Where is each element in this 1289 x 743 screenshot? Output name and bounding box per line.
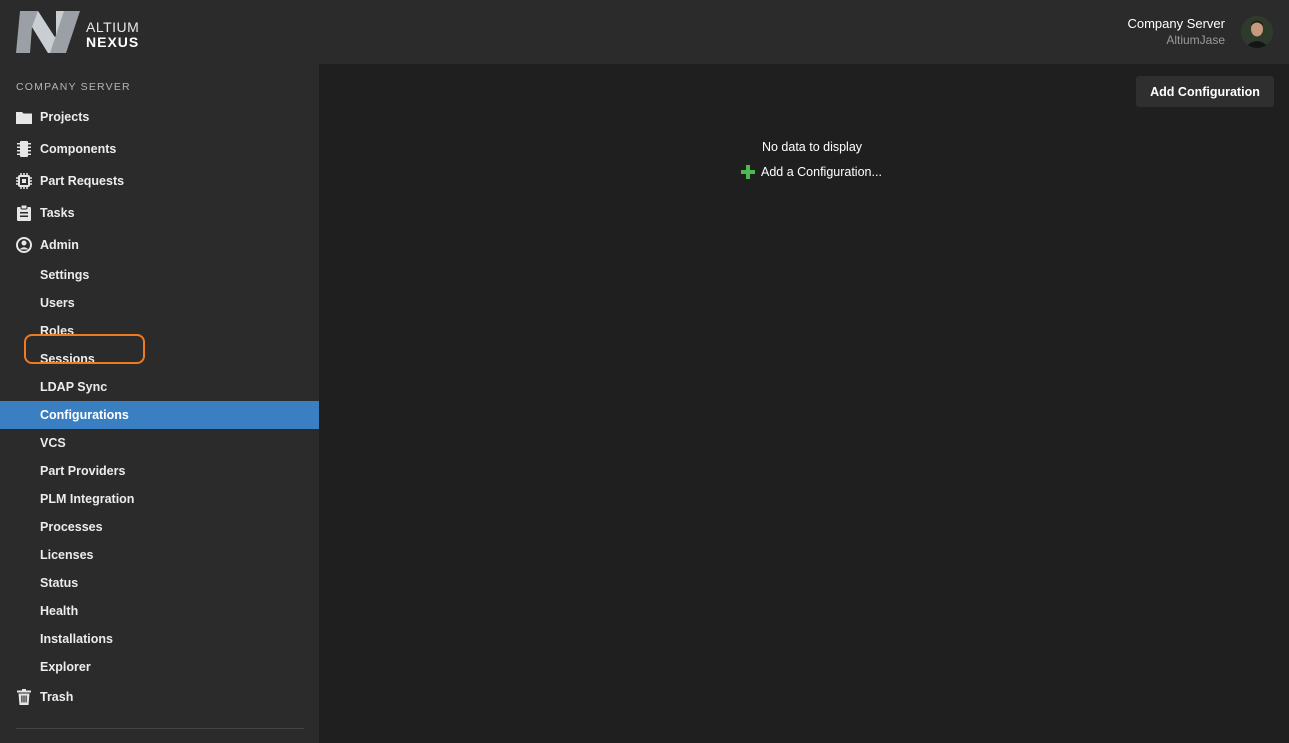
sidebar-item-explorer[interactable]: Explorer <box>0 653 319 681</box>
clipboard-icon <box>16 205 32 221</box>
main-content: Add Configuration No data to display Add… <box>319 64 1289 743</box>
logo-text-altium: ALTIUM <box>86 19 140 35</box>
sidebar-item-components[interactable]: Components <box>0 135 319 163</box>
sidebar-item-label: Status <box>40 576 79 590</box>
sidebar-item-trash[interactable]: Trash <box>0 683 319 711</box>
sidebar-item-processes[interactable]: Processes <box>0 513 319 541</box>
sidebar-item-tasks[interactable]: Tasks <box>0 199 319 227</box>
sidebar-item-label: Components <box>40 142 117 156</box>
chip-icon <box>16 173 32 189</box>
sidebar-item-admin[interactable]: Admin <box>0 231 319 259</box>
altium-nexus-logo[interactable]: ALTIUM NEXUS <box>16 9 146 55</box>
component-icon <box>16 141 32 157</box>
sidebar-item-label: Admin <box>40 238 79 252</box>
user-circle-icon <box>16 237 32 253</box>
logo-text-nexus: NEXUS <box>86 34 140 50</box>
sidebar-item-label: Processes <box>40 520 103 534</box>
sidebar-item-health[interactable]: Health <box>0 597 319 625</box>
sidebar-item-licenses[interactable]: Licenses <box>0 541 319 569</box>
add-configuration-link-label: Add a Configuration... <box>761 165 882 179</box>
sidebar-section-label: COMPANY SERVER <box>16 81 131 93</box>
sidebar-item-label: Installations <box>40 632 113 646</box>
empty-state-message: No data to display <box>761 140 863 154</box>
sidebar-item-projects[interactable]: Projects <box>0 103 319 131</box>
add-configuration-link[interactable]: Add a Configuration... <box>741 164 882 180</box>
add-configuration-button[interactable]: Add Configuration <box>1136 76 1274 107</box>
sidebar-item-label: Projects <box>40 110 90 124</box>
sidebar-item-status[interactable]: Status <box>0 569 319 597</box>
sidebar-item-label: VCS <box>40 436 66 450</box>
sidebar-item-vcs[interactable]: VCS <box>0 429 319 457</box>
sidebar-item-label: PLM Integration <box>40 492 135 506</box>
sidebar-item-label: Users <box>40 296 75 310</box>
trash-icon <box>16 689 32 705</box>
sidebar-item-label: Part Requests <box>40 174 125 188</box>
avatar[interactable] <box>1241 16 1273 48</box>
sidebar-item-users[interactable]: Users <box>0 289 319 317</box>
sidebar-item-label: Licenses <box>40 548 94 562</box>
top-header: ALTIUM NEXUS Company Server AltiumJase <box>0 0 1289 64</box>
sidebar-item-installations[interactable]: Installations <box>0 625 319 653</box>
sidebar-item-settings[interactable]: Settings <box>0 261 319 289</box>
avatar-photo-icon <box>1241 16 1273 48</box>
sidebar-item-label: Settings <box>40 268 90 282</box>
sidebar-item-label: Trash <box>40 690 74 704</box>
sidebar-item-label: Part Providers <box>40 464 126 478</box>
sidebar-item-configurations[interactable]: Configurations <box>0 401 319 429</box>
sidebar-item-plm-integration[interactable]: PLM Integration <box>0 485 319 513</box>
sidebar-item-part-requests[interactable]: Part Requests <box>0 167 319 195</box>
user-info[interactable]: Company Server AltiumJase <box>1127 16 1225 48</box>
nexus-logo-icon <box>16 11 80 53</box>
sidebar-item-label: Explorer <box>40 660 91 674</box>
sidebar-item-label: Tasks <box>40 206 75 220</box>
sidebar-item-label: Configurations <box>40 408 129 422</box>
sidebar-item-label: LDAP Sync <box>40 380 108 394</box>
sidebar-item-label: Health <box>40 604 79 618</box>
plus-icon <box>741 165 755 179</box>
sidebar-item-ldap-sync[interactable]: LDAP Sync <box>0 373 319 401</box>
sidebar-item-part-providers[interactable]: Part Providers <box>0 457 319 485</box>
server-name: Company Server <box>1127 16 1225 31</box>
sidebar-divider <box>16 728 304 729</box>
user-name: AltiumJase <box>1166 33 1225 47</box>
sidebar: COMPANY SERVER Projects Components Part … <box>0 64 319 743</box>
folder-icon <box>16 109 32 125</box>
configurations-highlight-ring <box>24 334 145 364</box>
